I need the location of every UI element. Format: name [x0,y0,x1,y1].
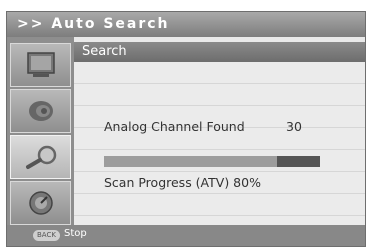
section-title: Search [82,44,127,59]
content-panel: Search Analog Channel Found 30 Scan Prog… [74,37,365,225]
sidebar-item-picture[interactable] [10,43,71,87]
footer-bar: BACK Stop [7,225,365,246]
content-header: Search [74,42,365,62]
channel-found-count: 30 [286,119,302,134]
search-magnifier-icon [26,145,57,169]
scan-progress-label: Scan Progress (ATV) 80% [104,175,261,190]
sidebar-item-sound[interactable] [10,89,71,133]
title-bar: >> Auto Search [7,12,365,37]
speaker-icon [29,101,53,121]
sidebar [7,37,74,225]
content-rows-background [74,62,365,225]
menu-frame: >> Auto Search Search Analog Channel Fou… [6,11,366,247]
tv-menu-screen: >> Auto Search Search Analog Channel Fou… [0,0,371,252]
channel-found-label: Analog Channel Found [104,119,245,134]
scan-progress-fill [104,156,277,167]
back-key-badge[interactable]: BACK [33,230,60,241]
settings-dial-icon [29,191,53,215]
scan-progress-bar [104,156,320,167]
sidebar-item-setup[interactable] [10,181,71,225]
page-title: >> Auto Search [17,16,170,32]
tv-screen-icon [27,52,55,77]
sidebar-item-channel-search[interactable] [10,135,71,179]
stop-label: Stop [64,228,87,239]
